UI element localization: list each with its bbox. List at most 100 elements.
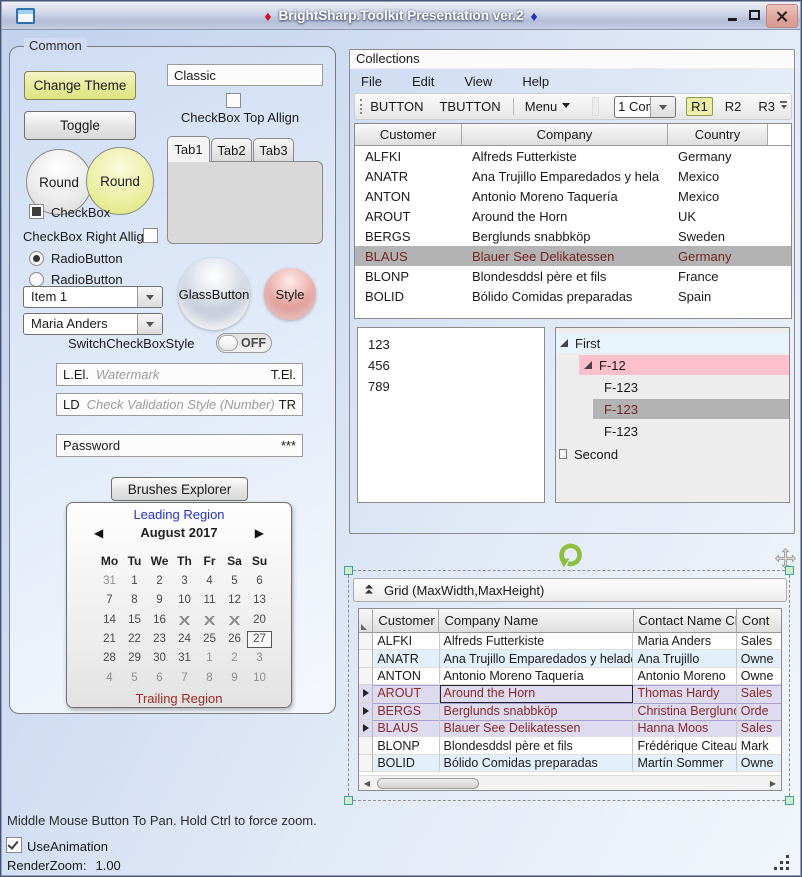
column-header-customer[interactable]: Customer bbox=[355, 124, 462, 146]
row-header[interactable] bbox=[359, 755, 373, 772]
scroll-right-icon[interactable]: ▶ bbox=[765, 779, 781, 788]
row-header[interactable] bbox=[359, 650, 373, 667]
table-row[interactable]: ALFKIAlfreds FutterkisteMaria AndersSale… bbox=[359, 633, 781, 650]
table-cell[interactable]: AROUT bbox=[373, 685, 439, 702]
table-cell[interactable]: Owne bbox=[737, 755, 781, 772]
column-header-company[interactable]: Company bbox=[462, 124, 668, 146]
calendar-date[interactable]: 26 bbox=[222, 631, 247, 648]
tree-item-f-123[interactable]: F-123 bbox=[593, 377, 789, 397]
table-cell[interactable]: Alfreds Futterkiste bbox=[440, 633, 634, 650]
table-cell[interactable]: ANATR bbox=[355, 169, 462, 184]
checkbox-checked[interactable] bbox=[29, 204, 44, 219]
table-cell[interactable]: Martín Sommer bbox=[633, 755, 736, 772]
table-cell[interactable]: Owne bbox=[737, 668, 781, 685]
list-item[interactable]: 789 bbox=[358, 376, 544, 397]
style-glass-button[interactable]: Style bbox=[264, 268, 316, 320]
grid-expander-header[interactable]: Grid (MaxWidth,MaxHeight) bbox=[353, 578, 787, 602]
row-header[interactable] bbox=[359, 685, 373, 702]
table-cell[interactable]: Blauer See Delikatessen bbox=[440, 720, 634, 737]
menu-item-help[interactable]: Help bbox=[519, 73, 552, 90]
calendar-date[interactable]: 31 bbox=[172, 650, 197, 667]
tab-tab1[interactable]: Tab1 bbox=[167, 136, 210, 162]
tree-item-f-123[interactable]: F-123 bbox=[593, 421, 789, 441]
table-row[interactable]: AROUTAround the HornUK bbox=[355, 206, 791, 226]
validation-textbox[interactable]: LD Check Validation Style (Number) TR bbox=[56, 393, 303, 416]
table-row[interactable]: BLAUSBlauer See DelikatessenGermany bbox=[355, 246, 791, 266]
table-cell[interactable]: BERGS bbox=[373, 703, 439, 720]
calendar-date[interactable]: 15 bbox=[122, 612, 147, 629]
table-cell[interactable]: Antonio Moreno Taquería bbox=[440, 668, 634, 685]
calendar-date[interactable]: 8 bbox=[122, 592, 147, 609]
checkbox-top-align[interactable] bbox=[226, 93, 241, 108]
calendar-date[interactable]: 28 bbox=[97, 650, 122, 667]
table-cell[interactable]: Sales bbox=[737, 633, 781, 650]
calendar-date[interactable]: 10 bbox=[172, 592, 197, 609]
calendar-date[interactable]: 1 bbox=[197, 650, 222, 667]
calendar-date[interactable]: 21 bbox=[97, 631, 122, 648]
scrollbar-track[interactable] bbox=[375, 776, 765, 790]
table-cell[interactable]: ANATR bbox=[373, 650, 439, 667]
toolbar-toggle-button[interactable]: TBUTTON bbox=[431, 97, 508, 116]
scroll-left-icon[interactable]: ◀ bbox=[359, 779, 375, 788]
table-cell[interactable]: BLONP bbox=[355, 269, 462, 284]
calendar-date[interactable]: 11 bbox=[197, 592, 222, 609]
table-cell[interactable]: ALFKI bbox=[373, 633, 439, 650]
toolbar-radio-r1[interactable]: R1 bbox=[686, 97, 713, 116]
maximize-button[interactable] bbox=[744, 2, 764, 28]
calendar-date[interactable]: 3 bbox=[172, 573, 197, 590]
toolbar-textbox[interactable] bbox=[592, 97, 599, 116]
brushes-explorer-button[interactable]: Brushes Explorer bbox=[111, 477, 248, 501]
table-cell[interactable]: BLONP bbox=[373, 737, 439, 754]
resize-grip-icon[interactable] bbox=[772, 853, 792, 873]
calendar-date[interactable]: 3 bbox=[247, 650, 272, 667]
table-row[interactable]: BLAUSBlauer See DelikatessenHanna MoosSa… bbox=[359, 720, 781, 737]
tree-item-first[interactable]: First bbox=[556, 333, 789, 353]
table-cell[interactable]: BLAUS bbox=[373, 720, 439, 737]
scrollbar-thumb[interactable] bbox=[377, 778, 479, 789]
table-cell[interactable]: Antonio Moreno bbox=[633, 668, 736, 685]
radiobutton-2[interactable] bbox=[29, 272, 44, 287]
table-cell[interactable]: ANTON bbox=[373, 668, 439, 685]
tree-item-second[interactable]: Second bbox=[556, 444, 789, 464]
table-cell[interactable]: BERGS bbox=[355, 229, 462, 244]
calendar-date[interactable]: 25 bbox=[197, 631, 222, 648]
column-header-cont[interactable]: Cont bbox=[737, 609, 781, 633]
calendar-date[interactable]: 24 bbox=[172, 631, 197, 648]
row-header[interactable] bbox=[359, 720, 373, 737]
calendar-date[interactable]: 20 bbox=[247, 612, 272, 629]
toolbar-overflow-button[interactable] bbox=[780, 101, 787, 112]
row-header[interactable] bbox=[359, 668, 373, 685]
toolbar-menu-button[interactable]: Menu bbox=[517, 97, 579, 116]
tab-tab2[interactable]: Tab2 bbox=[211, 138, 252, 162]
table-cell[interactable]: Around the Horn bbox=[462, 209, 668, 224]
column-header-customer-id[interactable]: Customer ID bbox=[373, 609, 439, 633]
calendar-date[interactable]: 31 bbox=[97, 573, 122, 590]
table-cell[interactable]: Bólido Comidas preparadas bbox=[462, 289, 668, 304]
table-row[interactable]: BERGSBerglunds snabbköpSweden bbox=[355, 226, 791, 246]
select-all-corner[interactable] bbox=[359, 609, 373, 633]
expander-expanded-icon[interactable] bbox=[560, 339, 568, 347]
table-cell[interactable]: Antonio Moreno Taquería bbox=[462, 189, 668, 204]
table-cell[interactable]: Hanna Moos bbox=[633, 720, 736, 737]
expander-collapsed-icon[interactable] bbox=[560, 450, 566, 458]
table-cell[interactable]: Mexico bbox=[668, 169, 768, 184]
toolbar-radio-r2[interactable]: R2 bbox=[720, 97, 747, 116]
combobox-maria-anders[interactable]: Maria Anders bbox=[23, 313, 163, 335]
calendar-date[interactable]: 6 bbox=[147, 670, 172, 687]
expander-expanded-icon[interactable] bbox=[584, 361, 592, 369]
table-row[interactable]: ANTONAntonio Moreno TaqueríaAntonio More… bbox=[359, 668, 781, 685]
table-cell[interactable]: ALFKI bbox=[355, 149, 462, 164]
use-animation-checkbox[interactable] bbox=[6, 837, 22, 853]
menu-item-edit[interactable]: Edit bbox=[409, 73, 437, 90]
toolbar-combobox[interactable]: 1 Com bbox=[614, 96, 676, 118]
column-header-country[interactable]: Country bbox=[668, 124, 768, 146]
calendar-date[interactable]: 10 bbox=[247, 670, 272, 687]
table-cell[interactable]: Sales bbox=[737, 685, 781, 702]
title-bar[interactable]: ♦ BrightSharp.Toolkit Presentation ver.2… bbox=[2, 2, 800, 30]
table-cell[interactable]: France bbox=[668, 269, 768, 284]
calendar-date[interactable]: 7 bbox=[97, 592, 122, 609]
calendar-date[interactable]: 8 bbox=[197, 670, 222, 687]
classic-combobox[interactable]: Classic bbox=[167, 64, 323, 86]
calendar-date[interactable]: 30 bbox=[147, 650, 172, 667]
resize-handle-sw[interactable] bbox=[344, 796, 353, 805]
